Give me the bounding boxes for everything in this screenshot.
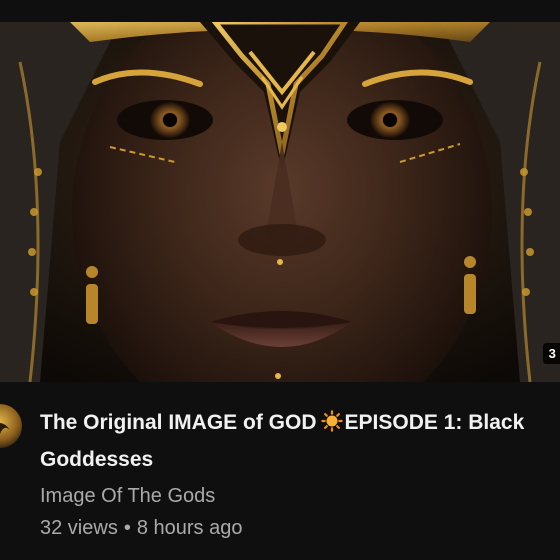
video-card: 3 The Original IMAGE of GOD EPISODE 1: Bl… — [0, 0, 560, 560]
view-count: 32 views — [40, 517, 118, 539]
duration-badge: 3 — [542, 343, 560, 364]
video-thumbnail[interactable]: 3 — [0, 22, 560, 382]
channel-avatar-gold-emblem-icon — [0, 404, 22, 448]
publish-time: 8 hours ago — [136, 517, 243, 539]
video-details: The Original IMAGE of GOD EPISODE 1: Blac… — [0, 382, 560, 560]
video-title[interactable]: The Original IMAGE of GOD EPISODE 1: Blac… — [40, 404, 550, 478]
stats-separator: • — [123, 517, 131, 539]
thumbnail-image — [0, 22, 560, 382]
video-stats: 32 views • 8 hours ago — [40, 515, 242, 541]
channel-avatar[interactable] — [0, 404, 22, 448]
channel-name[interactable]: Image Of The Gods — [40, 483, 215, 509]
video-title-part1: The Original IMAGE of GOD — [40, 411, 317, 434]
sun-emoji-icon — [320, 410, 343, 432]
